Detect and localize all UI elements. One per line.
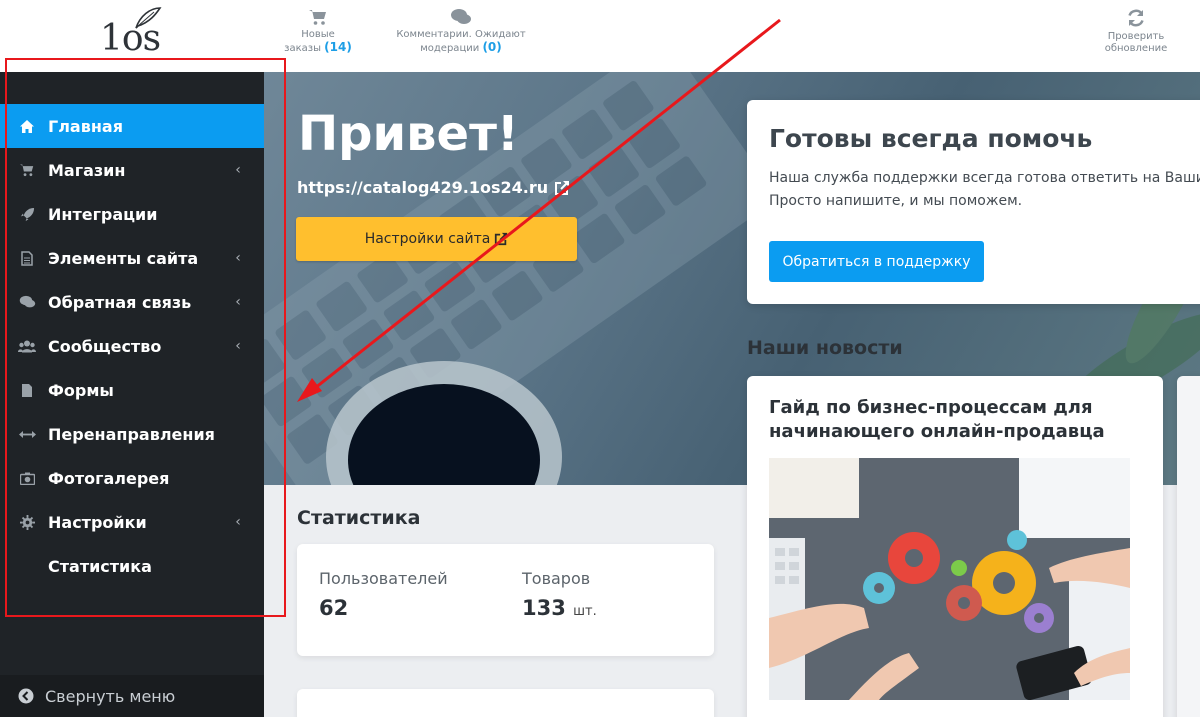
new-orders-count: (14) — [324, 40, 352, 54]
cart-icon — [18, 161, 36, 179]
arrows-icon — [18, 425, 36, 443]
sidebar-item-settings[interactable]: Настройки ‹ — [0, 500, 264, 544]
gear-icon — [18, 513, 36, 531]
logo-text: 1os — [100, 18, 161, 59]
statistics-card: Пользователей 62 Товаров 133 шт. — [297, 544, 714, 656]
check-update-link[interactable]: Проверить обновление — [1098, 8, 1174, 55]
goods-unit: шт. — [573, 604, 597, 619]
arrow-circle-left-icon — [17, 687, 35, 705]
collapse-menu-button[interactable]: Свернуть меню — [0, 675, 264, 717]
pending-comments-label: Комментарии. Ожидают модерации — [396, 29, 526, 54]
content-card — [297, 689, 714, 717]
sidebar-item-forms[interactable]: Формы — [0, 368, 264, 412]
sidebar-item-label: Перенаправления — [48, 424, 215, 444]
home-icon — [18, 117, 36, 135]
site-settings-button[interactable]: Настройки сайта — [296, 217, 577, 261]
sidebar-item-home[interactable]: Главная — [0, 104, 264, 148]
sidebar-item-integrations[interactable]: Интеграции — [0, 192, 264, 236]
chevron-left-icon: ‹ — [235, 250, 241, 266]
file-icon — [18, 249, 36, 267]
site-url-link[interactable]: https://catalog429.1os24.ru — [297, 178, 570, 197]
users-label: Пользователей — [319, 569, 448, 588]
support-text-line-2: Просто напишите, и мы поможем. — [769, 193, 1023, 209]
sidebar: Главная Магазин ‹ Интеграции Элементы са… — [0, 72, 264, 717]
sidebar-item-gallery[interactable]: Фотогалерея — [0, 456, 264, 500]
news-card-image[interactable] — [769, 458, 1130, 700]
sidebar-item-label: Магазин — [48, 160, 126, 180]
collapse-menu-label: Свернуть меню — [45, 686, 176, 706]
document-icon — [18, 381, 36, 399]
sidebar-item-label: Элементы сайта — [48, 248, 199, 268]
sidebar-item-shop[interactable]: Магазин ‹ — [0, 148, 264, 192]
site-url-text: https://catalog429.1os24.ru — [297, 178, 549, 197]
chevron-left-icon: ‹ — [235, 514, 241, 530]
users-icon — [18, 337, 36, 355]
sidebar-item-site-elements[interactable]: Элементы сайта ‹ — [0, 236, 264, 280]
support-text: Наша служба поддержки всегда готова отве… — [769, 167, 1200, 213]
news-heading: Наши новости — [747, 337, 903, 359]
sidebar-item-label: Обратная связь — [48, 292, 192, 312]
refresh-icon — [1128, 9, 1144, 27]
statistics-heading: Статистика — [297, 507, 421, 529]
check-update-label: Проверить обновление — [1104, 31, 1168, 54]
news-card-title[interactable]: Гайд по бизнес-процессам для начинающего… — [769, 396, 1149, 444]
support-card: Готовы всегда помочь Наша служба поддерж… — [747, 100, 1200, 304]
sidebar-item-label: Статистика — [48, 556, 152, 576]
support-text-line-1: Наша служба поддержки всегда готова отве… — [769, 170, 1200, 186]
cart-icon — [309, 10, 326, 25]
chevron-left-icon: ‹ — [235, 162, 241, 178]
contact-support-button[interactable]: Обратиться в поддержку — [769, 241, 984, 282]
news-card[interactable]: Гайд по бизнес-процессам для начинающего… — [747, 376, 1163, 717]
sidebar-item-label: Сообщество — [48, 336, 162, 356]
external-link-icon — [555, 180, 570, 195]
comments-icon — [451, 9, 471, 24]
logo[interactable]: 1os — [100, 6, 170, 66]
users-value: 62 — [319, 596, 349, 620]
site-settings-label: Настройки сайта — [364, 231, 491, 247]
comments-icon — [18, 293, 36, 311]
sidebar-item-statistics[interactable]: Статистика — [0, 544, 264, 588]
hero-title: Привет! — [298, 106, 519, 162]
rocket-icon — [18, 205, 36, 223]
new-orders-link[interactable]: Новые заказы (14) — [282, 8, 354, 55]
goods-value: 133 — [522, 596, 566, 620]
top-bar: 1os Новые заказы (14) Комментарии. Ожида… — [0, 0, 1200, 72]
sidebar-item-label: Настройки — [48, 512, 147, 532]
goods-value-wrap: 133 шт. — [522, 596, 597, 620]
sidebar-item-feedback[interactable]: Обратная связь ‹ — [0, 280, 264, 324]
goods-label: Товаров — [522, 569, 591, 588]
sidebar-item-label: Главная — [48, 116, 123, 136]
pending-comments-count: (0) — [482, 40, 502, 54]
chevron-left-icon: ‹ — [235, 338, 241, 354]
sidebar-item-label: Интеграции — [48, 204, 158, 224]
external-link-icon — [495, 232, 508, 246]
support-title: Готовы всегда помочь — [769, 124, 1093, 153]
chevron-left-icon: ‹ — [235, 294, 241, 310]
sidebar-item-label: Фотогалерея — [48, 468, 170, 488]
camera-icon — [18, 469, 36, 487]
news-card[interactable] — [1177, 376, 1200, 717]
pending-comments-link[interactable]: Комментарии. Ожидают модерации (0) — [393, 8, 529, 55]
sidebar-item-label: Формы — [48, 380, 114, 400]
sidebar-item-redirects[interactable]: Перенаправления — [0, 412, 264, 456]
sidebar-item-community[interactable]: Сообщество ‹ — [0, 324, 264, 368]
